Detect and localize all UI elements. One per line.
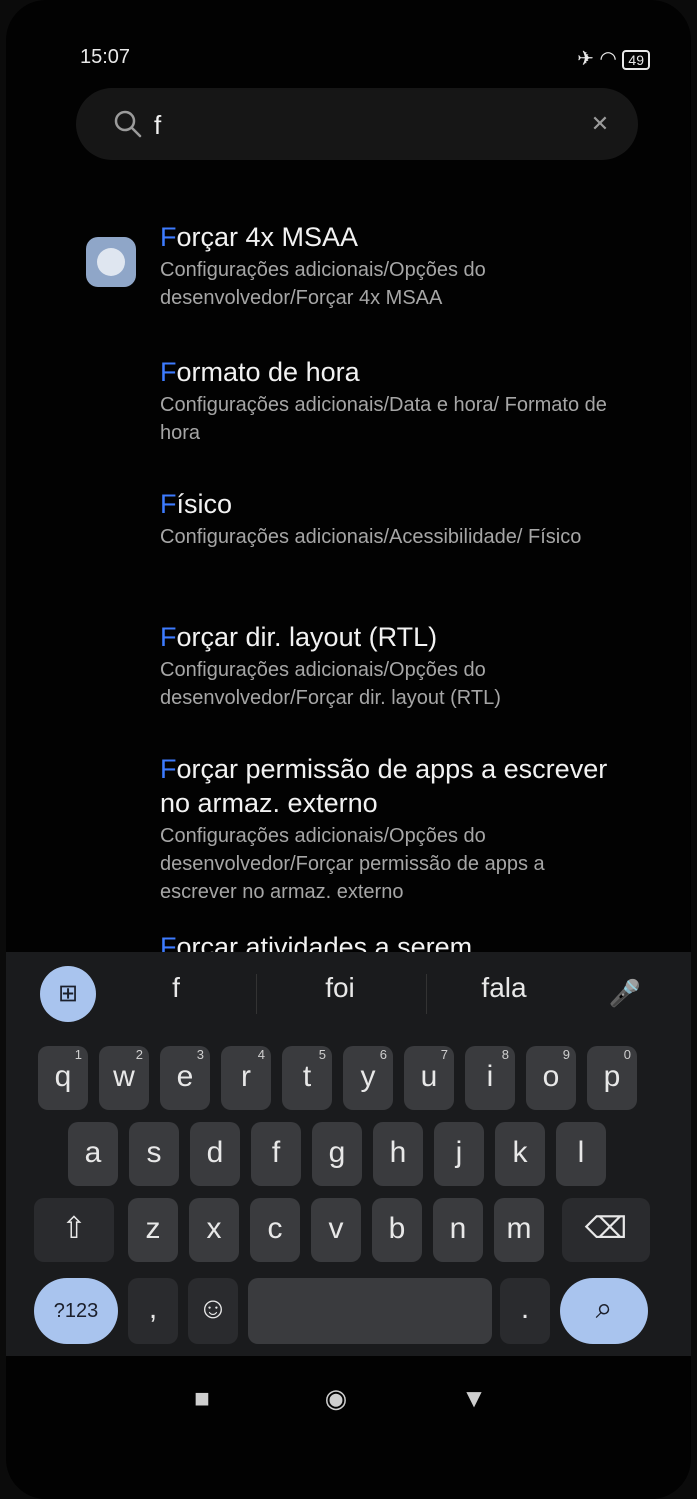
- result-item[interactable]: Forçar permissão de apps a escrever no a…: [160, 752, 610, 906]
- home-button[interactable]: ◉: [316, 1378, 356, 1418]
- status-bar: 15:07 ✈ ◠ 49: [50, 40, 660, 74]
- key[interactable]: c: [250, 1198, 300, 1262]
- key[interactable]: k: [495, 1122, 545, 1186]
- divider: [426, 974, 427, 1014]
- emoji-key[interactable]: ☺: [188, 1278, 238, 1344]
- key[interactable]: v: [311, 1198, 361, 1262]
- backspace-key[interactable]: ⌫: [562, 1198, 650, 1262]
- key[interactable]: u7: [404, 1046, 454, 1110]
- key[interactable]: w2: [99, 1046, 149, 1110]
- microphone-button[interactable]: 🎤: [600, 968, 650, 1018]
- key[interactable]: o9: [526, 1046, 576, 1110]
- recents-button[interactable]: ■: [182, 1378, 222, 1418]
- back-button[interactable]: ▼: [454, 1378, 494, 1418]
- key[interactable]: f: [251, 1122, 301, 1186]
- apps-grid-button[interactable]: ⊞: [40, 966, 96, 1022]
- result-title: Forçar 4x MSAA: [160, 222, 359, 252]
- phone-screen: 15:07 ✈ ◠ 49 ✕ Forçar 4x MSAA Configuraç…: [6, 0, 691, 1499]
- airplane-icon: ✈: [577, 48, 594, 70]
- key[interactable]: a: [68, 1122, 118, 1186]
- wifi-icon: ◠: [599, 48, 617, 70]
- key[interactable]: l: [556, 1122, 606, 1186]
- key[interactable]: s: [129, 1122, 179, 1186]
- result-item[interactable]: Forçar 4x MSAA Configurações adicionais/…: [160, 220, 620, 312]
- comma-key[interactable]: ,: [128, 1278, 178, 1344]
- key[interactable]: g: [312, 1122, 362, 1186]
- suggestion-strip: ⊞ f foi fala 🎤: [6, 952, 691, 1036]
- search-bar[interactable]: ✕: [76, 88, 638, 160]
- key[interactable]: t5: [282, 1046, 332, 1110]
- result-item[interactable]: Formato de hora Configurações adicionais…: [160, 355, 620, 447]
- key[interactable]: i8: [465, 1046, 515, 1110]
- key[interactable]: d: [190, 1122, 240, 1186]
- clear-search-button[interactable]: ✕: [584, 108, 616, 140]
- suggestion-item[interactable]: fala: [444, 972, 564, 1004]
- result-path: Configurações adicionais/Opções do desen…: [160, 259, 486, 309]
- key[interactable]: q1: [38, 1046, 88, 1110]
- suggestion-item[interactable]: f: [116, 972, 236, 1004]
- developer-options-app-icon: [86, 237, 136, 287]
- result-title: Forçar permissão de apps a escrever no a…: [160, 754, 608, 818]
- result-path: Configurações adicionais/Opções do desen…: [160, 659, 501, 709]
- result-title: Formato de hora: [160, 357, 360, 387]
- shift-key[interactable]: ⇧: [34, 1198, 114, 1262]
- result-path: Configurações adicionais/Acessibilidade/…: [160, 526, 582, 548]
- key[interactable]: r4: [221, 1046, 271, 1110]
- result-item[interactable]: Físico Configurações adicionais/Acessibi…: [160, 487, 620, 551]
- navigation-bar: ■ ◉ ▼: [6, 1360, 691, 1450]
- search-key[interactable]: ⌕: [560, 1278, 648, 1344]
- key[interactable]: h: [373, 1122, 423, 1186]
- period-key[interactable]: .: [500, 1278, 550, 1344]
- result-title: Físico: [160, 489, 233, 519]
- result-path: Configurações adicionais/Data e hora/ Fo…: [160, 394, 607, 444]
- result-item[interactable]: Forçar atividades a serem: [160, 930, 620, 952]
- key[interactable]: y6: [343, 1046, 393, 1110]
- key[interactable]: e3: [160, 1046, 210, 1110]
- key[interactable]: z: [128, 1198, 178, 1262]
- status-time: 15:07: [80, 46, 131, 68]
- key[interactable]: x: [189, 1198, 239, 1262]
- battery-icon: 49: [622, 50, 650, 70]
- key[interactable]: m: [494, 1198, 544, 1262]
- symbols-key[interactable]: ?123: [34, 1278, 118, 1344]
- key[interactable]: b: [372, 1198, 422, 1262]
- suggestion-item[interactable]: foi: [280, 972, 400, 1004]
- key[interactable]: j: [434, 1122, 484, 1186]
- divider: [256, 974, 257, 1014]
- key[interactable]: p0: [587, 1046, 637, 1110]
- result-item[interactable]: Forçar dir. layout (RTL) Configurações a…: [160, 620, 620, 712]
- search-icon: [114, 110, 142, 138]
- space-key[interactable]: [248, 1278, 492, 1344]
- status-icons: ✈ ◠ 49: [577, 46, 650, 71]
- keyboard: q1 w2 e3 r4 t5 y6 u7 i8 o9 p0 a s d f g …: [6, 1036, 691, 1356]
- search-input[interactable]: [152, 102, 576, 148]
- key[interactable]: n: [433, 1198, 483, 1262]
- result-path: Configurações adicionais/Opções do desen…: [160, 825, 545, 903]
- result-title: Forçar atividades a serem: [160, 932, 473, 952]
- result-title: Forçar dir. layout (RTL): [160, 622, 438, 652]
